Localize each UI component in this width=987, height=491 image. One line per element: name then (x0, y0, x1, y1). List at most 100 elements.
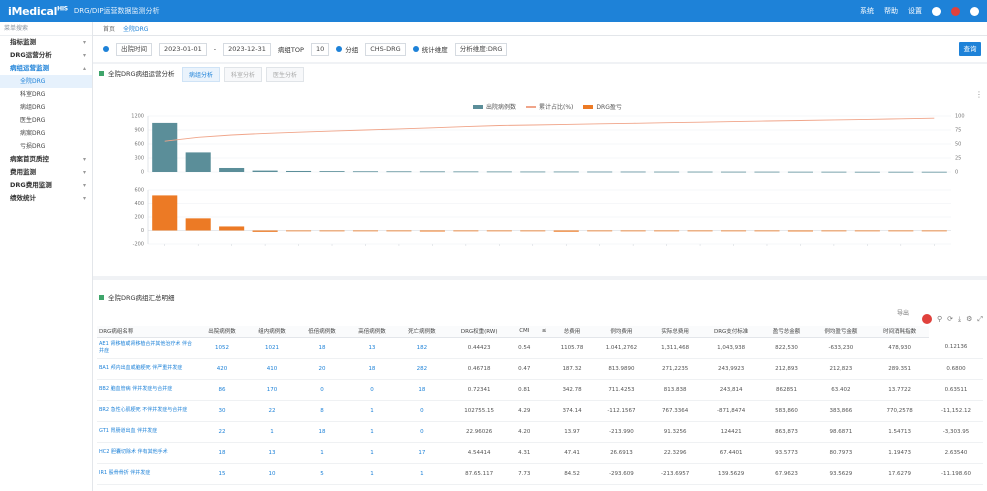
menu-group-monitor[interactable]: 病组运营监测 ▴ (0, 62, 92, 75)
table-cell[interactable]: 282 (396, 358, 447, 380)
table-cell[interactable]: 1 (346, 421, 397, 443)
table-cell[interactable]: 1 (246, 421, 297, 443)
download-icon[interactable]: ⤓ (958, 315, 961, 324)
drg-group-name-link[interactable]: AE1 肾移植或肾移植合并其他治疗术 伴合并症 (97, 337, 197, 359)
table-cell[interactable]: 1 (346, 463, 397, 485)
table-cell[interactable]: 0 (396, 400, 447, 422)
sidebar-item-hospital-drg[interactable]: 全院DRG (0, 75, 92, 88)
table-cell[interactable]: 18 (396, 379, 447, 401)
column-header[interactable]: 死亡病例数 (396, 326, 447, 338)
logout-icon[interactable] (970, 6, 979, 16)
sidebar-item-dept-drg[interactable]: 科室DRG (0, 88, 92, 101)
radio-group[interactable]: 分组 (336, 44, 358, 54)
column-header[interactable]: DRG支付标准 (700, 326, 762, 338)
table-cell[interactable]: 1 (346, 400, 397, 422)
table-cell[interactable]: 420 (197, 358, 247, 380)
tab-home[interactable]: 首页 (103, 24, 115, 33)
drg-group-name-link[interactable]: GT1 胃肠道出血 伴并发症 (97, 421, 197, 443)
column-header[interactable]: DRG病组名称 (97, 326, 197, 338)
settings-icon[interactable]: ⚙ (966, 315, 972, 323)
top-link-help[interactable]: 帮助 (884, 6, 898, 16)
table-cell[interactable]: 18 (296, 421, 347, 443)
table-cell[interactable]: 0 (396, 421, 447, 443)
column-header[interactable]: 实际总费用 (649, 326, 701, 338)
table-cell[interactable]: 1 (346, 442, 397, 464)
table-cell[interactable]: 1052 (197, 337, 247, 359)
sidebar-item-group-drg[interactable]: 病组DRG (0, 101, 92, 114)
table-row[interactable]: HC2 胆囊切除术 伴有其他手术 18 13 1 1 17 4.54414 4.31 47.41… (97, 442, 983, 464)
date-to-input[interactable]: 2023-12-31 (223, 42, 271, 56)
table-cell[interactable]: 13 (346, 337, 397, 359)
table-cell[interactable]: 5 (296, 463, 347, 485)
group-version-select[interactable]: CHS-DRG (365, 42, 406, 56)
table-cell[interactable]: 182 (396, 337, 447, 359)
table-row[interactable]: BA1 颅内出血或脑梗死 伴严重并发症 420 410 20 18 282 0.46718 0… (97, 358, 983, 380)
radio-dimension[interactable]: 统计维度 (412, 44, 448, 54)
top-filter[interactable]: 病组TOP (278, 44, 304, 54)
table-cell[interactable]: 18 (296, 337, 347, 359)
table-cell[interactable]: 8 (296, 400, 347, 422)
dimension-select[interactable]: 分析维度:DRG (454, 42, 508, 56)
table-cell[interactable]: 13 (246, 442, 297, 464)
drg-group-name-link[interactable]: BR2 急性心肌梗死 不伴并发症与合并症 (97, 400, 197, 422)
table-cell[interactable]: 1 (296, 442, 347, 464)
sidebar-item-case-drg[interactable]: 病案DRG (0, 127, 92, 140)
date-from-input[interactable]: 2023-01-01 (159, 42, 207, 56)
column-header[interactable]: 盈亏总金额 (761, 326, 812, 338)
table-cell[interactable]: 0 (296, 379, 347, 401)
table-row[interactable]: BB2 脑血管病 伴并发症与合并症 86 170 0 0 18 0.72341 0.81 342… (97, 379, 983, 401)
table-row[interactable]: BR2 急性心肌梗死 不伴并发症与合并症 30 22 8 1 0 102755.15 4.29… (97, 400, 983, 422)
column-header[interactable]: 低倍病例数 (296, 326, 347, 338)
refresh-icon[interactable]: ⟳ (947, 315, 953, 323)
top-link-system[interactable]: 系统 (860, 6, 874, 16)
table-cell[interactable]: 1021 (246, 337, 297, 359)
export-icon[interactable] (921, 314, 932, 324)
menu-cost-monitor[interactable]: 费用监测 ▾ (0, 166, 92, 179)
query-button[interactable]: 查询 (959, 42, 981, 56)
table-cell[interactable]: 410 (246, 358, 297, 380)
column-header[interactable]: ≤ (537, 326, 551, 338)
drg-group-name-link[interactable]: HC2 胆囊切除术 伴有其他手术 (97, 442, 197, 464)
date-type-select[interactable]: 出院时间 (116, 42, 152, 56)
drg-group-name-link[interactable]: BA1 颅内出血或脑梗死 伴严重并发症 (97, 358, 197, 380)
drg-group-name-link[interactable]: BB2 脑血管病 伴并发症与合并症 (97, 379, 197, 401)
sidebar-item-doctor-drg[interactable]: 医生DRG (0, 114, 92, 127)
table-row[interactable]: AE1 肾移植或肾移植合并其他治疗术 伴合并症 1052 1021 18 13 182 0.… (97, 337, 983, 359)
column-header[interactable]: 时间消耗指数 (870, 326, 929, 338)
menu-performance[interactable]: 绩效统计 ▾ (0, 192, 92, 205)
menu-drg-analysis[interactable]: DRG运营分析 ▾ (0, 49, 92, 62)
table-cell[interactable]: 1 (396, 463, 447, 485)
column-header[interactable]: CMI (511, 326, 538, 338)
table-cell[interactable]: 170 (246, 379, 297, 401)
column-header[interactable]: 高倍病例数 (346, 326, 397, 338)
table-cell[interactable]: 15 (197, 463, 247, 485)
table-cell[interactable]: 20 (296, 358, 347, 380)
notification-icon[interactable] (951, 6, 960, 16)
table-cell[interactable]: 30 (197, 400, 247, 422)
table-cell[interactable]: 22 (246, 400, 297, 422)
export-label[interactable]: 导出 (897, 308, 909, 317)
filter-icon[interactable]: ⚲ (937, 315, 942, 323)
column-header[interactable]: DRG权重(RW) (446, 326, 512, 338)
user-icon[interactable] (932, 6, 941, 16)
menu-case-qc[interactable]: 病案首页质控 ▾ (0, 153, 92, 166)
drg-group-name-link[interactable]: IR1 股骨骨折 伴并发症 (97, 463, 197, 485)
top-value-input[interactable]: 10 (310, 42, 330, 56)
table-cell[interactable]: 10 (246, 463, 297, 485)
table-cell[interactable]: 0 (346, 379, 397, 401)
fullscreen-icon[interactable]: ⤢ (977, 315, 983, 324)
sidebar-search[interactable]: 菜单搜索 (0, 22, 92, 36)
column-header[interactable]: 出院病例数 (197, 326, 247, 338)
column-header[interactable]: 组内病例数 (246, 326, 297, 338)
column-header[interactable]: 总费用 (550, 326, 594, 338)
sidebar-item-loss-drg[interactable]: 亏损DRG (0, 140, 92, 153)
column-header[interactable]: 例均盈亏金额 (811, 326, 871, 338)
table-cell[interactable]: 18 (197, 442, 247, 464)
top-link-settings[interactable]: 设置 (908, 6, 922, 16)
table-cell[interactable]: 17 (396, 442, 447, 464)
table-cell[interactable]: 18 (346, 358, 397, 380)
tab-hospital-drg[interactable]: 全院DRG (123, 24, 148, 33)
table-row[interactable]: GT1 胃肠道出血 伴并发症 22 1 18 1 0 22.96026 4.20 13.97 -2… (97, 421, 983, 443)
column-header[interactable]: 例均费用 (593, 326, 650, 338)
menu-drg-cost[interactable]: DRG费用监测 ▾ (0, 179, 92, 192)
